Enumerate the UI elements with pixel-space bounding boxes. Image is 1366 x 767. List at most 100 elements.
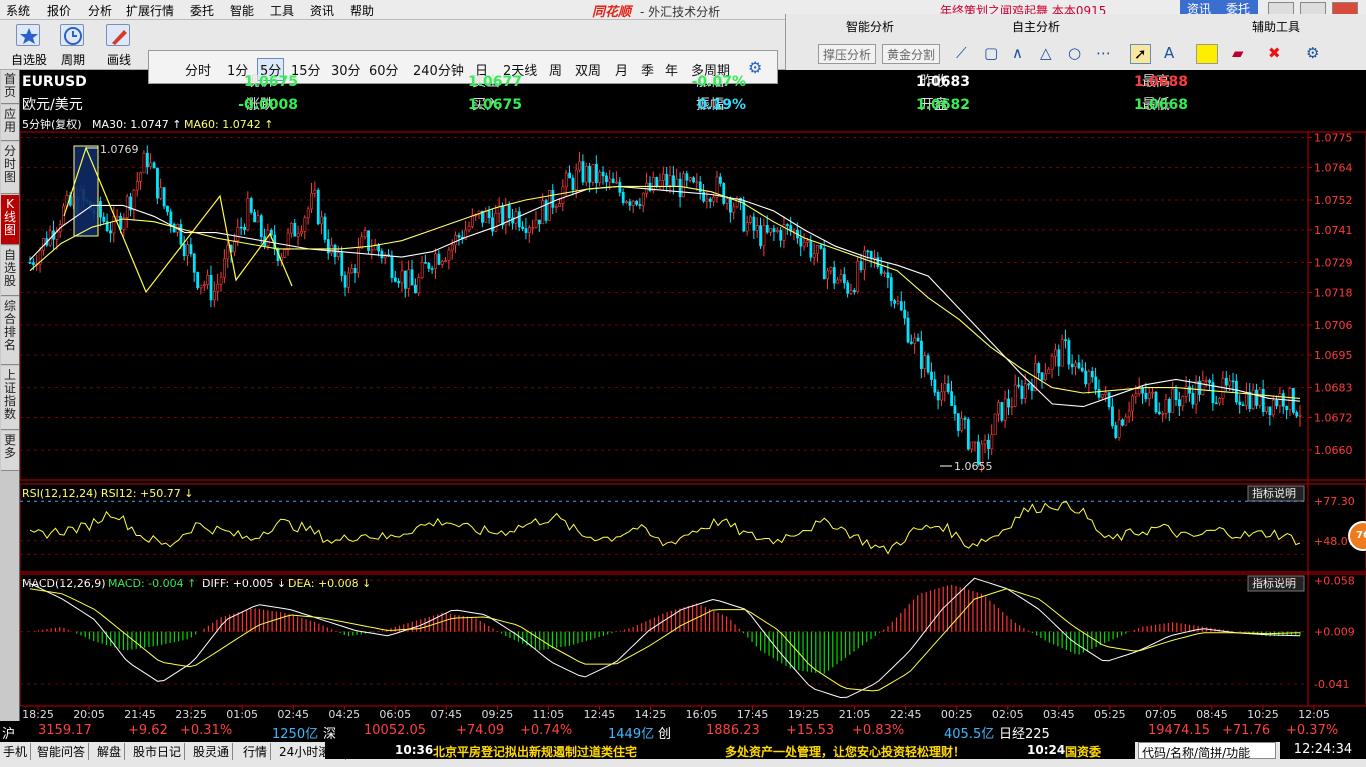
bottom-button-1[interactable]: 智能问答 <box>34 743 90 760</box>
support-resistance-button[interactable]: 撑压分析 <box>818 44 877 64</box>
golden-section-button[interactable]: 黄金分割 <box>882 44 941 64</box>
text-tool-icon[interactable]: A <box>1164 44 1174 62</box>
candle-body <box>688 177 692 181</box>
candle-body <box>1104 392 1108 395</box>
bottom-button-2[interactable]: 解盘 <box>94 743 126 760</box>
candle-body <box>1218 398 1222 404</box>
aux-tools-title[interactable]: 辅助工具 <box>1252 18 1300 35</box>
draw-button[interactable]: 画线 <box>96 20 136 68</box>
candle-body <box>162 187 166 207</box>
time-tick-label: 12:05 <box>1298 708 1330 721</box>
candle-body <box>1000 402 1004 421</box>
candle-body <box>189 244 193 255</box>
candle-body <box>879 266 883 274</box>
bottom-button-0[interactable]: 手机 <box>0 743 32 760</box>
price-panel-frame <box>20 131 1366 481</box>
sz-amount: 1449亿 <box>608 727 655 742</box>
candle-body <box>397 281 401 284</box>
candle-body <box>863 250 866 271</box>
candle-body <box>494 212 498 232</box>
menu-item-8[interactable]: 帮助 <box>350 2 374 19</box>
settings-icon[interactable]: ⚙ <box>1306 44 1319 62</box>
watchlist-button[interactable]: 自选股 <box>6 20 47 68</box>
cy-change: +15.53 <box>786 723 835 738</box>
candle-body <box>605 175 608 183</box>
news-item-3[interactable]: 国资委 <box>1065 743 1101 760</box>
smart-analysis-title[interactable]: 智能分析 <box>846 18 894 35</box>
candle-body <box>501 205 504 226</box>
sidebar-tab-7[interactable]: 更多 <box>1 431 19 471</box>
candle-body <box>568 172 571 179</box>
candle-body <box>99 201 102 218</box>
candle-body <box>826 270 830 280</box>
rect-tool-icon[interactable]: ▢ <box>984 44 998 62</box>
menu-item-1[interactable]: 报价 <box>47 2 71 19</box>
macd-explain-label: 指标说明 <box>1252 576 1296 590</box>
menu-item-4[interactable]: 委托 <box>190 2 214 19</box>
candle-body <box>819 245 823 249</box>
candle-body <box>340 252 344 276</box>
cy-label: 创 <box>658 727 672 742</box>
candle-body <box>1268 406 1272 416</box>
sh-percent: +0.31% <box>180 723 233 738</box>
news-ticker[interactable]: 10:36 北京平房登记拟出新规遏制过道类住宅 多处资产一处管理，让您安心投资轻… <box>325 742 1135 759</box>
sidebar-tab-5[interactable]: 综合排名 <box>1 297 19 365</box>
news-item-1[interactable]: 北京平房登记拟出新规遏制过道类住宅 <box>433 743 637 760</box>
menu-item-3[interactable]: 扩展行情 <box>126 2 174 19</box>
more-tools-icon[interactable]: ⋯ <box>1096 44 1111 62</box>
candle-body <box>655 177 659 188</box>
candle-body <box>544 200 548 221</box>
candle-body <box>1037 363 1041 374</box>
sidebar-tab-1[interactable]: 应用 <box>1 105 19 141</box>
candle-body <box>1050 355 1054 370</box>
line-tool-icon[interactable]: ⟋ <box>956 44 967 62</box>
sidebar-tab-3[interactable]: K线图 <box>1 195 19 245</box>
candle-body <box>390 255 394 279</box>
cursor-icon[interactable]: ➚ <box>1130 44 1151 64</box>
polyline-tool-icon[interactable]: ∧ <box>1012 44 1023 62</box>
eraser-icon[interactable]: ▰ <box>1232 44 1244 62</box>
candle-body <box>115 215 119 218</box>
candle-body <box>1003 398 1007 421</box>
candle-body <box>809 240 813 258</box>
menu-item-2[interactable]: 分析 <box>88 2 112 19</box>
self-analysis-title[interactable]: 自主分析 <box>1012 18 1060 35</box>
period-button[interactable]: 周期 <box>50 20 90 68</box>
bottom-button-4[interactable]: 股灵通 <box>190 743 234 760</box>
candle-body <box>920 340 923 369</box>
candle-body <box>450 244 454 251</box>
bottom-button-5[interactable]: 行情 <box>240 743 272 760</box>
index-ticker: 沪 3159.17 +9.62 +0.31% 1250亿 深 10052.05 … <box>0 721 1366 742</box>
candle-body <box>169 211 173 225</box>
bottom-button-3[interactable]: 股市日记 <box>130 743 186 760</box>
candle-body <box>822 248 826 280</box>
news-item-2[interactable]: 多处资产一处管理，让您安心投资轻松理财！ <box>725 743 965 760</box>
kline-chart[interactable]: EURUSD欧元/美元现价1.0675 卖出1.0677 涨幅-0.07% 昨收1.0… <box>20 70 1366 721</box>
color-swatch[interactable] <box>1196 44 1218 64</box>
candle-body <box>417 277 421 294</box>
candle-body <box>578 161 582 171</box>
candle-body <box>1238 401 1242 405</box>
quote-value-0-3: 1.0683 <box>916 74 970 90</box>
sidebar-tab-2[interactable]: 分时图 <box>1 142 19 194</box>
menu-item-7[interactable]: 资讯 <box>310 2 334 19</box>
sidebar-tab-6[interactable]: 上证指数 <box>1 366 19 430</box>
candle-body <box>320 216 324 225</box>
menu-item-6[interactable]: 工具 <box>270 2 294 19</box>
candle-body <box>226 244 230 260</box>
search-input[interactable]: 代码/名称/简拼/功能 <box>1138 742 1276 760</box>
delete-icon[interactable]: ✖ <box>1268 44 1281 62</box>
sidebar-tab-0[interactable]: 首页 <box>1 70 19 104</box>
candle-body <box>467 226 471 231</box>
circle-tool-icon[interactable]: ○ <box>1068 44 1081 62</box>
candle-body <box>997 402 1000 415</box>
menu-item-0[interactable]: 系统 <box>6 2 30 19</box>
candle-body <box>256 215 260 223</box>
menu-item-5[interactable]: 智能 <box>230 2 254 19</box>
price-tick-label: 1.0683 <box>1314 382 1353 395</box>
quote-value-1-3: 1.0682 <box>916 97 970 113</box>
sidebar-tab-4[interactable]: 自选股 <box>1 246 19 296</box>
candle-body <box>491 217 494 232</box>
triangle-tool-icon[interactable]: △ <box>1040 44 1052 62</box>
candle-body <box>1064 339 1067 341</box>
